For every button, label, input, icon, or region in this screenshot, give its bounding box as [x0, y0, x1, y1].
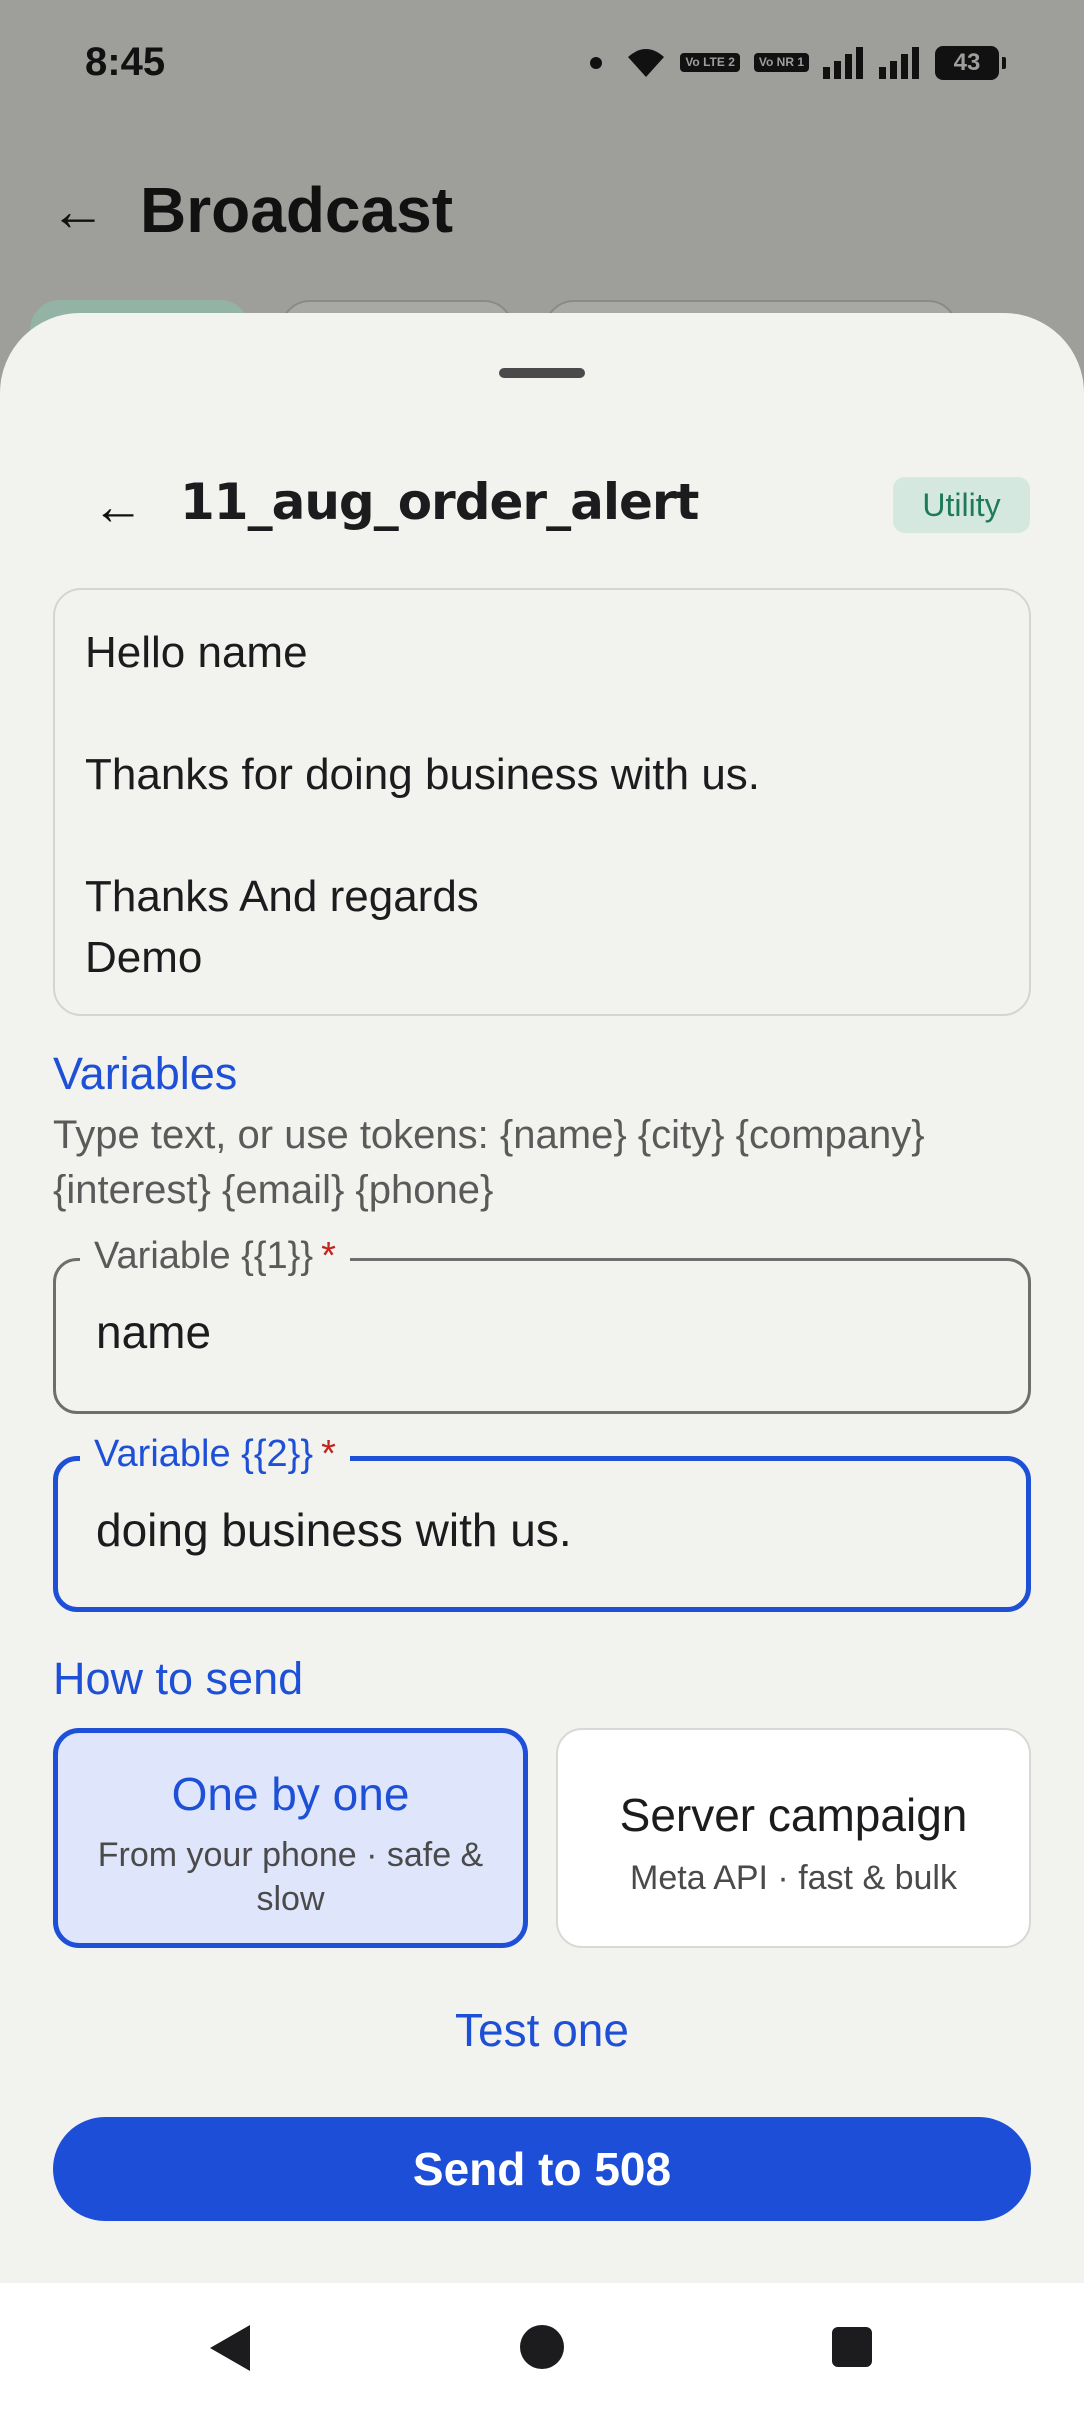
server-campaign-option[interactable]: Server campaign Meta API · fast & bulk — [556, 1728, 1031, 1948]
nav-back-icon[interactable] — [210, 2325, 250, 2371]
wifi-icon — [628, 48, 665, 77]
preview-line: Thanks for doing business with us. — [85, 750, 761, 799]
one-by-one-subtitle: From your phone · safe & slow — [97, 1836, 484, 1918]
variable-2-label: Variable {{2}} * — [80, 1429, 350, 1479]
background-page-title: Broadcast — [140, 174, 453, 246]
message-preview: Hello name Thanks for doing business wit… — [53, 588, 1031, 1016]
send-button[interactable]: Send to 508 — [53, 2117, 1031, 2221]
template-name: 11_aug_order_alert — [180, 473, 699, 531]
back-arrow-icon[interactable]: ← — [86, 475, 150, 539]
preview-line — [85, 805, 999, 866]
status-icons: Vo LTE 2 Vo NR 1 43 — [590, 45, 1006, 80]
variable-2-value[interactable]: doing business with us. — [96, 1503, 572, 1557]
required-mark: * — [321, 1433, 336, 1475]
required-mark: * — [321, 1235, 336, 1277]
server-campaign-subtitle: Meta API · fast & bulk — [630, 1859, 957, 1897]
battery-icon: 43 — [935, 45, 1006, 80]
background-app-bar: ← Broadcast — [0, 150, 1084, 270]
variable-2-field[interactable]: Variable {{2}} * doing business with us. — [53, 1429, 1031, 1612]
variable-1-value[interactable]: name — [96, 1305, 211, 1359]
variable-1-label-text: Variable {{1}} — [94, 1235, 314, 1277]
status-time: 8:45 — [85, 40, 166, 84]
nav-home-icon[interactable] — [520, 2325, 564, 2369]
variables-title: Variables — [53, 1048, 238, 1099]
category-badge: Utility — [893, 477, 1030, 533]
variables-hint: Type text, or use tokens: {name} {city} … — [53, 1113, 925, 1212]
variable-1-field[interactable]: Variable {{1}} * name — [53, 1231, 1031, 1414]
sim1-volte-icon: Vo LTE 2 — [680, 53, 740, 72]
background-back-arrow-icon: ← — [50, 178, 106, 242]
system-nav-bar — [0, 2283, 1084, 2412]
screen: 8:45 Vo LTE 2 Vo NR 1 43 ← Broadcast ← 1… — [0, 0, 1084, 2412]
drag-handle[interactable] — [499, 368, 585, 378]
preview-line: Hello name — [85, 628, 308, 677]
battery-level: 43 — [953, 48, 981, 76]
preview-line — [85, 683, 999, 744]
sim2-volte-icon: Vo NR 1 — [753, 53, 809, 72]
how-to-send-title: How to send — [53, 1653, 304, 1704]
one-by-one-title: One by one — [171, 1768, 410, 1820]
test-one-button[interactable]: Test one — [0, 2003, 1084, 2057]
notification-dot-icon — [590, 56, 603, 69]
one-by-one-option[interactable]: One by one From your phone · safe & slow — [53, 1728, 528, 1948]
status-bar: 8:45 Vo LTE 2 Vo NR 1 43 — [0, 0, 1084, 125]
preview-line: Demo — [85, 933, 203, 982]
bottom-sheet: ← 11_aug_order_alert Utility Hello name … — [0, 313, 1084, 2283]
variable-1-label: Variable {{1}} * — [80, 1231, 350, 1281]
signal-sim2-icon — [879, 46, 919, 79]
nav-recents-icon[interactable] — [832, 2327, 872, 2367]
preview-line: Thanks And regards — [85, 872, 479, 921]
server-campaign-title: Server campaign — [619, 1789, 968, 1841]
variable-2-label-text: Variable {{2}} — [94, 1433, 314, 1475]
signal-sim1-icon — [823, 46, 863, 79]
